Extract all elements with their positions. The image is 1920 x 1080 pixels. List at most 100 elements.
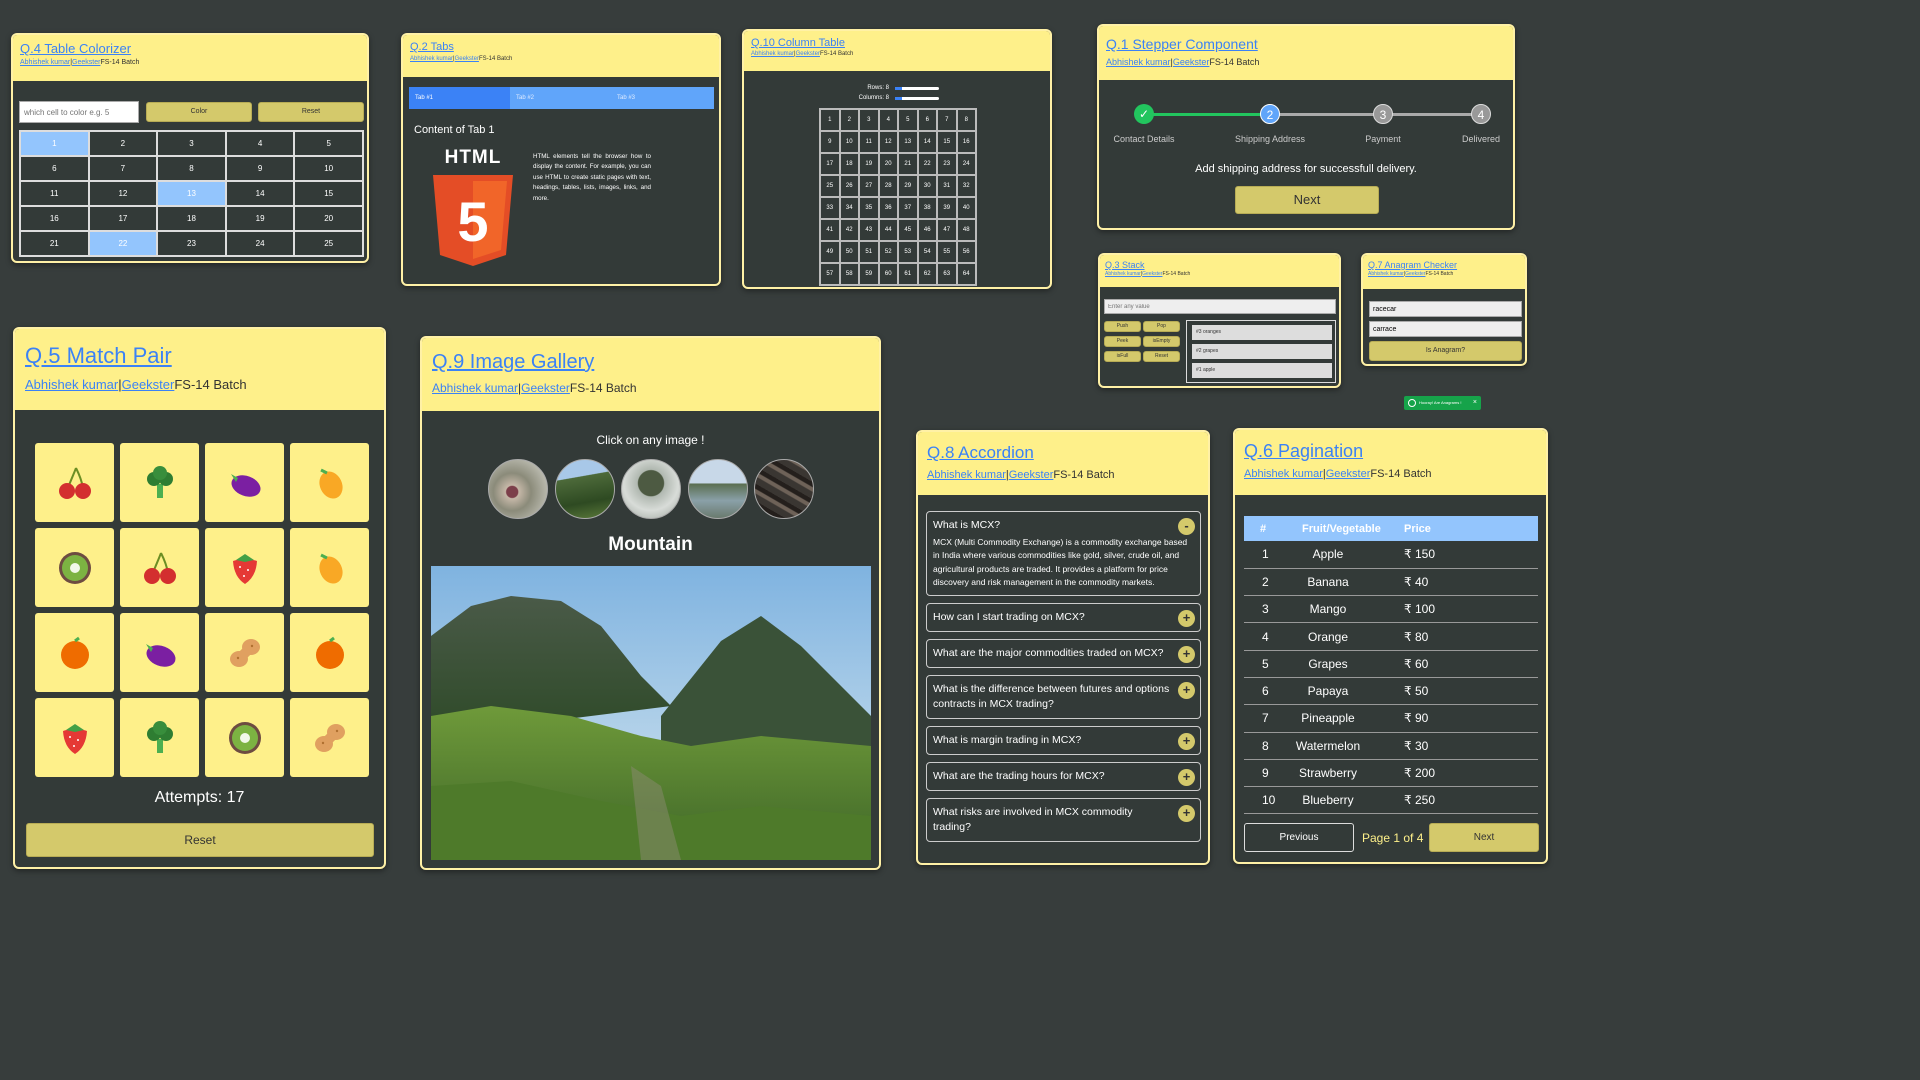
card-title[interactable]: Q.3 Stack: [1105, 260, 1334, 270]
accordion-question: How can I start trading on MCX?: [933, 611, 1085, 624]
stack-card: Q.3 Stack Abhishek kumar|GeeksterFS-14 B…: [1098, 253, 1341, 388]
author-link[interactable]: Abhishek kumar: [927, 469, 1006, 481]
thumbnail-tree[interactable]: [621, 459, 681, 519]
card-title[interactable]: Q.8 Accordion: [927, 443, 1199, 463]
org-link[interactable]: Geekster: [1142, 271, 1162, 277]
color-button[interactable]: Color: [146, 102, 252, 122]
previous-button[interactable]: Previous: [1244, 823, 1354, 852]
tab-2[interactable]: Tab #2: [510, 87, 611, 109]
next-page-button[interactable]: Next: [1429, 823, 1539, 852]
column-table-cell: 63: [937, 263, 957, 285]
is-anagram-button[interactable]: Is Anagram?: [1369, 341, 1522, 361]
cherry-card[interactable]: [35, 443, 114, 522]
kiwi-card[interactable]: [205, 698, 284, 777]
card-title[interactable]: Q.4 Table Colorizer: [20, 41, 360, 56]
author-link[interactable]: Abhishek kumar: [1244, 468, 1323, 480]
org-link[interactable]: Geekster: [72, 59, 100, 66]
thumbnail-mountain[interactable]: [555, 459, 615, 519]
push-button[interactable]: Push: [1104, 321, 1141, 332]
card-title[interactable]: Q.10 Column Table: [751, 37, 1043, 49]
peanut-card[interactable]: [290, 698, 369, 777]
thumbnail-wood[interactable]: [754, 459, 814, 519]
column-table-cell: 48: [956, 219, 976, 241]
card-title[interactable]: Q.9 Image Gallery: [432, 351, 869, 374]
table-cell: 11: [20, 181, 89, 206]
org-link[interactable]: Geekster: [122, 377, 175, 392]
eggplant-card[interactable]: [120, 613, 199, 692]
isfull-button[interactable]: isFull: [1104, 351, 1141, 362]
org-link[interactable]: Geekster: [521, 381, 570, 395]
org-link[interactable]: Geekster: [796, 51, 820, 57]
cherry-icon: [58, 467, 91, 499]
accordion-item[interactable]: What is the difference between futures a…: [926, 675, 1201, 720]
broccoli-card[interactable]: [120, 698, 199, 777]
author-link[interactable]: Abhishek kumar: [1106, 57, 1171, 67]
org-link[interactable]: Geekster: [1173, 57, 1210, 67]
card-title[interactable]: Q.1 Stepper Component: [1106, 36, 1506, 52]
strawberry-card[interactable]: [35, 698, 114, 777]
stack-item: #3 oranges: [1192, 325, 1332, 340]
pop-button[interactable]: Pop: [1143, 321, 1180, 332]
kiwi-card[interactable]: [35, 528, 114, 607]
card-header: Q.8 Accordion Abhishek kumar|GeeksterFS-…: [918, 432, 1208, 495]
author-link[interactable]: Abhishek kumar: [410, 56, 453, 62]
author-link[interactable]: Abhishek kumar: [25, 377, 118, 392]
author-link[interactable]: Abhishek kumar: [432, 381, 518, 395]
author-link[interactable]: Abhishek kumar: [751, 51, 794, 57]
reset-button[interactable]: Reset: [258, 102, 364, 122]
step-connector-1: [1145, 113, 1271, 116]
column-table-cell: 53: [898, 241, 918, 263]
rows-slider[interactable]: [895, 87, 939, 90]
second-word-input[interactable]: [1369, 321, 1522, 337]
peanut-card[interactable]: [205, 613, 284, 692]
accordion-item-open[interactable]: What is MCX? - MCX (Multi Commodity Exch…: [926, 511, 1201, 597]
table-colorizer-card: Q.4 Table Colorizer Abhishek kumar|Geeks…: [11, 33, 369, 263]
strawberry-card[interactable]: [205, 528, 284, 607]
first-word-input[interactable]: [1369, 301, 1522, 317]
orange-card[interactable]: [290, 613, 369, 692]
broccoli-card[interactable]: [120, 443, 199, 522]
row-item: Mango: [1284, 595, 1404, 624]
accordion-item[interactable]: What risks are involved in MCX commodity…: [926, 798, 1201, 843]
org-link[interactable]: Geekster: [1326, 468, 1371, 480]
org-link[interactable]: Geekster: [1009, 469, 1054, 481]
thumbnail-fruit[interactable]: [488, 459, 548, 519]
accordion-item[interactable]: What are the trading hours for MCX? +: [926, 762, 1201, 792]
accordion-question: What is margin trading in MCX?: [933, 734, 1082, 747]
org-link[interactable]: Geekster: [1405, 271, 1425, 277]
tab-3[interactable]: Tab #3: [611, 87, 712, 109]
accordion-item[interactable]: What is margin trading in MCX? +: [926, 726, 1201, 756]
cherry-card[interactable]: [120, 528, 199, 607]
isempty-button[interactable]: isEmpty: [1143, 336, 1180, 347]
stack-reset-button[interactable]: Reset: [1143, 351, 1180, 362]
eggplant-card[interactable]: [205, 443, 284, 522]
mango-card[interactable]: [290, 528, 369, 607]
card-title[interactable]: Q.7 Anagram Checker: [1368, 260, 1520, 270]
org-link[interactable]: Geekster: [455, 56, 479, 62]
stack-value-input[interactable]: [1104, 299, 1336, 314]
accordion-item[interactable]: How can I start trading on MCX? +: [926, 603, 1201, 633]
peek-button[interactable]: Peek: [1104, 336, 1141, 347]
accordion-item[interactable]: What are the major commodities traded on…: [926, 639, 1201, 669]
column-table-cell: 1: [820, 109, 840, 131]
batch-label: FS-14 Batch: [174, 377, 247, 392]
card-title[interactable]: Q.5 Match Pair: [25, 343, 374, 369]
mango-card[interactable]: [290, 443, 369, 522]
orange-card[interactable]: [35, 613, 114, 692]
author-link[interactable]: Abhishek kumar: [1105, 271, 1141, 277]
collapse-icon[interactable]: -: [1178, 518, 1195, 535]
column-table-cell: 42: [839, 219, 859, 241]
columns-slider[interactable]: [895, 97, 939, 100]
card-title[interactable]: Q.6 Pagination: [1244, 441, 1537, 462]
author-link[interactable]: Abhishek kumar: [1368, 271, 1404, 277]
tab-1[interactable]: Tab #1: [409, 87, 510, 109]
card-title[interactable]: Q.2 Tabs: [410, 41, 712, 53]
match-reset-button[interactable]: Reset: [26, 823, 374, 857]
author-link[interactable]: Abhishek kumar: [20, 59, 70, 66]
toast-close-icon[interactable]: ×: [1473, 396, 1477, 410]
cell-number-input[interactable]: [19, 101, 139, 123]
thumbnail-lake[interactable]: [688, 459, 748, 519]
table-cell: 1: [20, 131, 89, 156]
column-table-cell: 32: [956, 175, 976, 197]
next-button[interactable]: Next: [1235, 186, 1379, 214]
